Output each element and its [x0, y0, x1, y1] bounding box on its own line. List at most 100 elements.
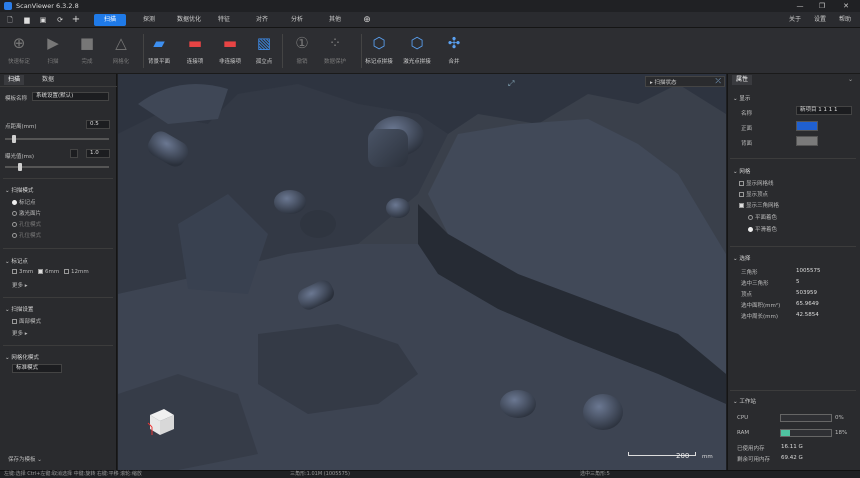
- menu-tab-3[interactable]: 特征: [212, 14, 236, 26]
- radio-laser[interactable]: 激光面片: [12, 209, 41, 217]
- point-spacing-label: 点距离(mm): [5, 124, 37, 130]
- template-select[interactable]: 系统设置(默认): [32, 92, 109, 101]
- radio-smooth-shading[interactable]: 平滑着色: [748, 225, 777, 233]
- check-12mm[interactable]: 12mm: [64, 269, 89, 275]
- radio-marker[interactable]: 标记点: [12, 198, 36, 206]
- menu-tab-1[interactable]: 探测: [135, 14, 163, 26]
- ram-bar-fill: [781, 430, 790, 436]
- selection-key: 三角形: [741, 270, 758, 276]
- selection-key: 顶点: [741, 292, 753, 298]
- save-template-button[interactable]: 保存为模板 ⌄: [8, 455, 42, 463]
- menu-tab-2[interactable]: 数据优化: [170, 14, 208, 26]
- selection-value: 42.5854: [796, 312, 819, 318]
- check-6mm[interactable]: 6mm: [38, 269, 59, 275]
- check-show-vertices[interactable]: 显示顶点: [739, 190, 768, 198]
- cpu-bar: [780, 414, 832, 422]
- add-tab-icon[interactable]: ⊕: [362, 14, 372, 26]
- tool-data-protect-button[interactable]: ⁘ 数据保护: [318, 31, 352, 73]
- menu-help[interactable]: 帮助: [839, 14, 851, 26]
- marker-more-link[interactable]: 更多 ▸: [12, 281, 28, 289]
- scale-unit: mm: [702, 454, 713, 460]
- plane-icon: ▰: [153, 34, 165, 52]
- scan-status-box[interactable]: ▸ 扫描状态 ⤫: [645, 76, 725, 87]
- scan-settings-title: ⌄ 扫描设置: [5, 307, 34, 313]
- selection-value: 1005575: [796, 268, 821, 274]
- radio-hole-1[interactable]: 孔位模式: [12, 220, 41, 228]
- menu-tab-4[interactable]: 对齐: [250, 14, 274, 26]
- open-folder-icon[interactable]: ▆: [22, 15, 32, 25]
- new-file-icon[interactable]: 🗋: [5, 15, 15, 25]
- exposure-input[interactable]: 1.0: [86, 149, 110, 158]
- check-3mm[interactable]: 3mm: [12, 269, 33, 275]
- connect-icon: ▬: [187, 34, 203, 52]
- 3d-viewport[interactable]: [118, 74, 726, 470]
- front-color-swatch[interactable]: [796, 121, 818, 131]
- check-show-triangles[interactable]: 显示三角网格: [739, 201, 779, 209]
- refresh-icon[interactable]: ⟳: [55, 15, 65, 25]
- menu-tab-6[interactable]: 其他: [322, 14, 348, 26]
- tool-merge-button[interactable]: ✣ 合并: [437, 31, 471, 73]
- check-show-wireframe[interactable]: 显示网格线: [739, 179, 774, 187]
- marker-stitch-icon: ⬡: [372, 34, 386, 52]
- tool-disconnect-button[interactable]: ▬ 非连接项: [213, 31, 247, 73]
- tool-stop-button[interactable]: ■ 完成: [70, 31, 104, 73]
- ram-bar: [780, 429, 832, 437]
- tool-undo-button[interactable]: ① 撤销: [285, 31, 319, 73]
- menu-bar: [0, 12, 860, 28]
- tool-isolated-point-button[interactable]: ▧ 孤立点: [247, 31, 281, 73]
- point-spacing-knob[interactable]: [12, 135, 16, 143]
- exposure-label: 曝光值(ms): [5, 154, 35, 160]
- save-icon[interactable]: ▣: [38, 15, 48, 25]
- back-label: 背面: [741, 141, 753, 147]
- selection-key: 选中面积(mm²): [741, 303, 781, 309]
- pin-icon[interactable]: ⤫: [715, 77, 721, 86]
- tool-triangle-mesh-button[interactable]: △ 网格化: [104, 31, 138, 73]
- tool-marker-stitch-button[interactable]: ⬡ 标记点拼接: [362, 31, 396, 73]
- window-title: ScanViewer 6.3.2.8: [16, 2, 79, 10]
- tool-label: 数据保护: [323, 59, 346, 65]
- merge-icon: ✣: [447, 34, 461, 52]
- tool-label: 完成: [81, 59, 93, 65]
- triangle-mesh-icon: △: [115, 34, 127, 52]
- workstation-title: ⌄ 工作站: [733, 399, 756, 405]
- check-face-mode[interactable]: 面部模式: [12, 317, 41, 325]
- exposure-knob[interactable]: [18, 163, 22, 171]
- maximize-icon[interactable]: ❐: [812, 0, 832, 12]
- radio-flat-shading[interactable]: 平面着色: [748, 213, 777, 221]
- back-color-swatch[interactable]: [796, 136, 818, 146]
- radio-hole-2[interactable]: 孔位模式: [12, 231, 41, 239]
- tool-label: 标记点拼接: [365, 59, 393, 65]
- mesh-mode-select[interactable]: 标准模式: [12, 364, 62, 373]
- crosshair-icon: ⊕: [12, 34, 26, 52]
- tab-data[interactable]: 数据: [38, 75, 58, 85]
- cpu-percent: 0%: [835, 415, 844, 421]
- data-protect-icon: ⁘: [328, 34, 342, 52]
- menu-tab-0[interactable]: 扫描: [94, 14, 126, 26]
- point-spacing-slider[interactable]: [5, 138, 109, 140]
- tool-plane-button[interactable]: ▰ 背景平面: [142, 31, 176, 73]
- tab-scan[interactable]: 扫描: [4, 75, 25, 85]
- fit-view-icon[interactable]: ⤢: [508, 79, 517, 88]
- view-cube-icon[interactable]: [146, 405, 176, 439]
- exposure-auto-icon[interactable]: [70, 149, 78, 158]
- selection-value: 65.9649: [796, 301, 819, 307]
- minimize-icon[interactable]: —: [790, 0, 810, 12]
- tool-crosshair-button[interactable]: ⊕ 快速标定: [2, 31, 36, 73]
- mesh-mode-title: ⌄ 网格化模式: [5, 355, 39, 361]
- menu-settings[interactable]: 设置: [814, 14, 826, 26]
- tool-label: 合并: [448, 59, 460, 65]
- panel-options-icon[interactable]: ⌄: [848, 76, 853, 83]
- tool-connect-button[interactable]: ▬ 连接项: [178, 31, 212, 73]
- add-icon[interactable]: +: [71, 15, 81, 25]
- front-label: 正面: [741, 126, 753, 132]
- selection-value: 5: [796, 279, 800, 285]
- scale-value: 200: [676, 452, 690, 460]
- tool-laser-stitch-button[interactable]: ⬡ 激光点拼接: [400, 31, 434, 73]
- settings-more-link[interactable]: 更多 ▸: [12, 329, 28, 337]
- point-spacing-input[interactable]: 0.5: [86, 120, 110, 129]
- menu-tab-5[interactable]: 分析: [285, 14, 309, 26]
- name-input[interactable]: 新项目 1 1 1 1: [796, 106, 852, 115]
- tool-play-button[interactable]: ▶ 扫描: [36, 31, 70, 73]
- menu-about[interactable]: 关于: [789, 14, 801, 26]
- close-icon[interactable]: ✕: [836, 0, 856, 12]
